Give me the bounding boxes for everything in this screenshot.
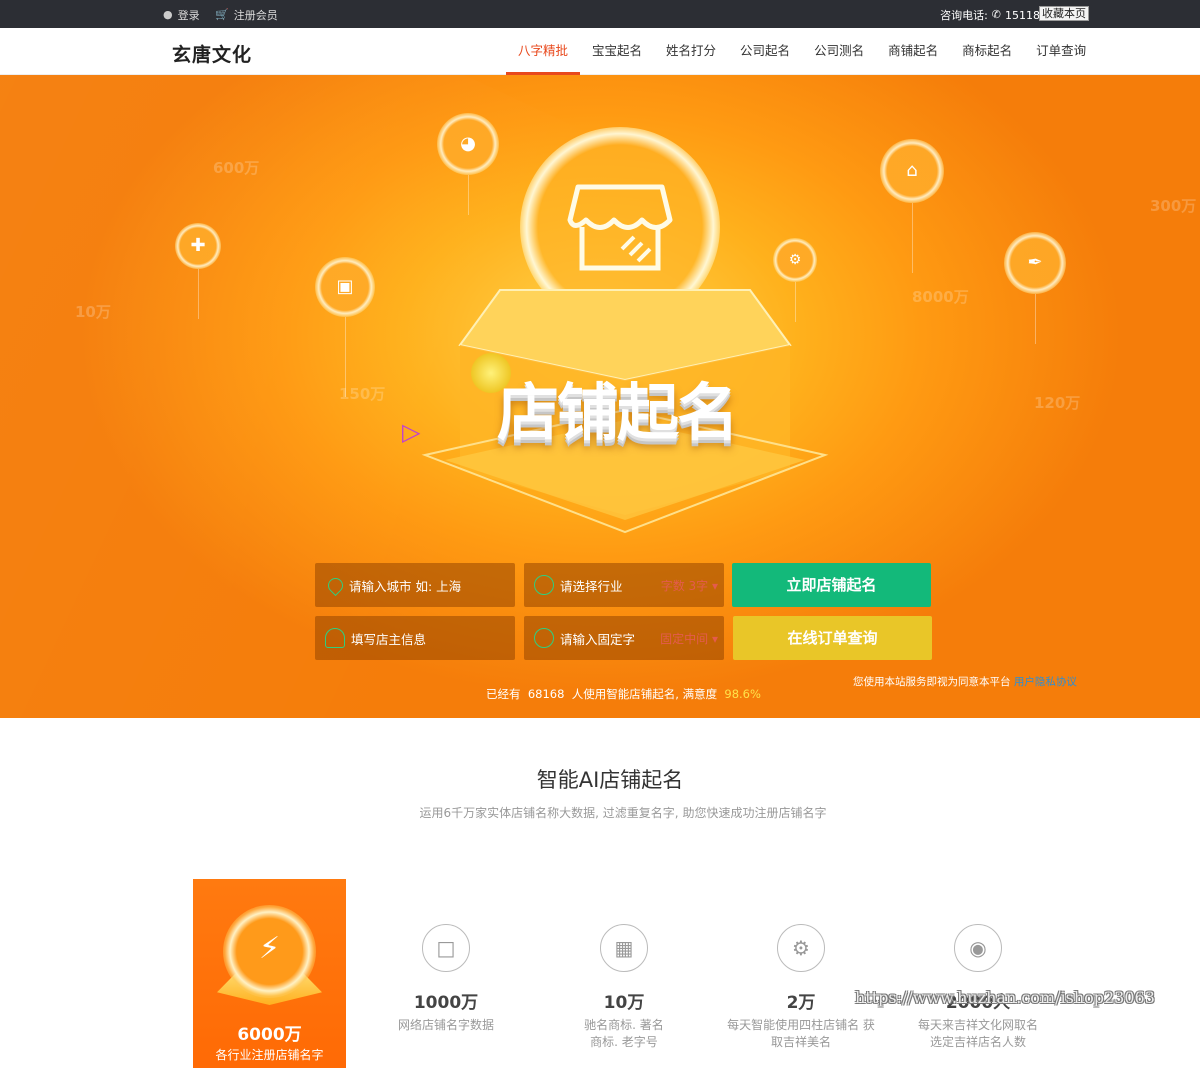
play-icon: ▷ — [402, 418, 421, 446]
industry-select[interactable]: 请选择行业 字数 3字 ▾ — [524, 563, 724, 607]
nav-link-baby-name[interactable]: 宝宝起名 — [580, 28, 654, 75]
lightning-icon: ⚡ — [258, 931, 281, 966]
login-link[interactable]: ● 登录 — [163, 7, 200, 23]
fixed-char-placeholder: 请输入固定字 — [560, 631, 636, 647]
register-link[interactable]: 🛒 注册会员 — [215, 7, 278, 23]
nav-links: 八字精批 宝宝起名 姓名打分 公司起名 公司测名 商铺起名 商标起名 订单查询 — [506, 28, 1098, 75]
plus-bubble-icon: ✚ — [175, 223, 221, 319]
top-bar: ● 登录 🛒 注册会员 咨询电话: ✆ 15118076172 收藏本页 — [0, 0, 1200, 28]
main-nav: 玄唐文化 八字精批 宝宝起名 姓名打分 公司起名 公司测名 商铺起名 商标起名 … — [0, 28, 1200, 75]
section-title: 智能AI店铺起名 — [536, 768, 684, 792]
fixed-position-hint: 固定中间 — [660, 631, 709, 646]
owner-placeholder: 填写店主信息 — [351, 631, 427, 647]
location-icon: ◉ — [954, 924, 1002, 972]
industry-icon — [534, 575, 554, 595]
feature-label: 网络店铺名字数据 — [397, 1018, 494, 1032]
location-pin-icon — [324, 574, 347, 596]
shop-icon — [567, 184, 673, 271]
city-input[interactable]: 请输入城市 如: 上海 — [315, 563, 515, 607]
word-count-hint: 字数 3字 — [660, 578, 709, 593]
ghost-number: 8000万 — [912, 288, 969, 306]
order-query-button[interactable]: 在线订单查询 — [733, 616, 932, 660]
usage-stats: 已经有 68168 人使用智能店铺起名, 满意度 98.6% — [0, 686, 1200, 702]
bowl-bubble-icon: ◕ — [437, 113, 499, 215]
favorite-button[interactable]: 收藏本页 — [1039, 6, 1089, 21]
nav-link-bazi[interactable]: 八字精批 — [506, 28, 581, 75]
feature-label: 每天智能使用四柱店铺名 获取吉祥美名 — [727, 1018, 875, 1049]
fixed-char-icon — [534, 628, 554, 648]
carrot-bubble-icon: ✒ — [1004, 232, 1066, 344]
start-naming-button[interactable]: 立即店铺起名 — [732, 563, 931, 607]
fixed-position-select[interactable]: 固定中间 ▾ — [660, 630, 718, 647]
city-placeholder: 请输入城市 如: 上海 — [349, 578, 462, 594]
stats-users: 68168 — [527, 687, 565, 701]
nav-link-name-score[interactable]: 姓名打分 — [654, 28, 728, 75]
feature-label: 驰名商标. 著名商标. 老字号 — [584, 1018, 664, 1049]
nav-link-company-name[interactable]: 公司起名 — [728, 28, 802, 75]
nav-link-trademark-name[interactable]: 商标起名 — [950, 28, 1024, 75]
gamepad-bubble-icon: ▣ — [315, 257, 375, 397]
main-stat-number: 6000万 — [237, 1025, 302, 1045]
stats-middle: 人使用智能店铺起名, 满意度 — [571, 687, 718, 701]
feature-item: □ 1000万 网络店铺名字数据 — [356, 924, 536, 1034]
site-logo[interactable]: 玄唐文化 — [172, 40, 252, 67]
login-label: 登录 — [177, 9, 200, 22]
ghost-number: 120万 — [1034, 394, 1081, 412]
ghost-number: 10万 — [75, 303, 111, 321]
chevron-down-icon: ▾ — [711, 578, 718, 593]
phone-label: 咨询电话: — [940, 9, 988, 22]
feature-number: 1000万 — [413, 993, 479, 1013]
user-icon: ● — [163, 8, 173, 21]
section-subtitle: 运用6千万家实体店铺名称大数据, 过滤重复名字, 助您快速成功注册店铺名字 — [419, 806, 827, 820]
industry-placeholder: 请选择行业 — [560, 578, 623, 594]
ghost-number: 300万 — [1150, 197, 1197, 215]
owner-info-input[interactable]: 填写店主信息 — [315, 616, 515, 660]
feature-label: 每天来吉祥文化网取名 选定吉祥店名人数 — [917, 1018, 1038, 1049]
hero-banner: 600万 10万 150万 300万 8000万 120万 ✚ ▣ ◕ ⌂ ⚙ … — [0, 75, 1200, 718]
main-stat-card: ⚡ 6000万 各行业注册店铺名字 — [193, 879, 346, 1068]
watermark: https://www.huzhan.com/ishop23063 — [855, 988, 1155, 1007]
gear-icon: ⚙ — [777, 924, 825, 972]
home-bubble-icon: ⌂ — [880, 139, 944, 273]
nav-link-order-query[interactable]: 订单查询 — [1024, 28, 1098, 75]
cart-icon: 🛒 — [215, 8, 229, 21]
word-count-select[interactable]: 字数 3字 ▾ — [661, 577, 718, 594]
feature-item: ▦ 10万 驰名商标. 著名商标. 老字号 — [534, 924, 714, 1051]
building-icon: ▦ — [600, 924, 648, 972]
feature-number: 10万 — [603, 993, 645, 1013]
phone-icon: ✆ — [991, 8, 1002, 21]
nav-link-company-test[interactable]: 公司测名 — [802, 28, 876, 75]
register-label: 注册会员 — [233, 9, 278, 22]
stats-prefix: 已经有 — [486, 687, 521, 701]
user-icon — [325, 628, 345, 648]
hero-title: 店铺起名 — [497, 376, 739, 449]
main-stat-label: 各行业注册店铺名字 — [215, 1048, 324, 1062]
ghost-number: 600万 — [213, 159, 260, 177]
fixed-char-input[interactable]: 请输入固定字 固定中间 ▾ — [524, 616, 724, 660]
document-icon: □ — [422, 924, 470, 972]
chevron-down-icon: ▾ — [711, 631, 718, 646]
nav-link-shop-name[interactable]: 商铺起名 — [876, 28, 950, 75]
stats-satisfaction: 98.6% — [724, 687, 761, 701]
lightning-bubble: ⚡ — [223, 905, 316, 998]
